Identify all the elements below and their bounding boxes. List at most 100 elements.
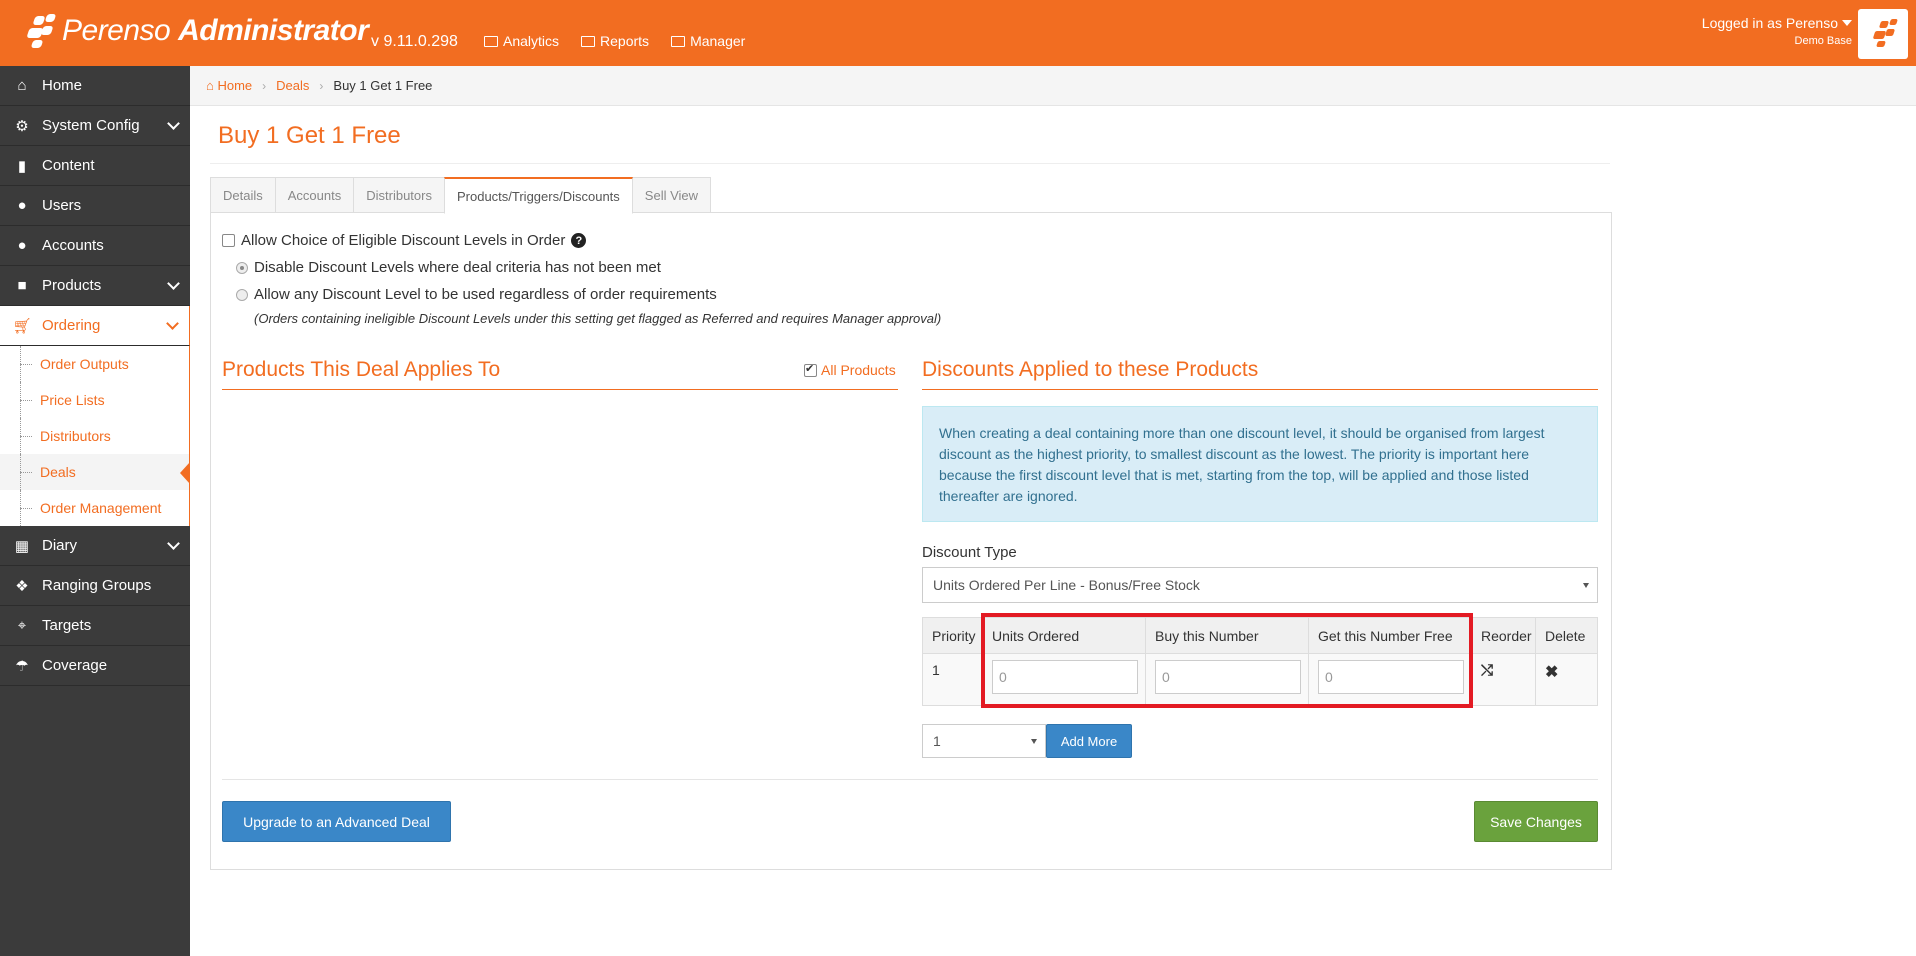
- version-label: v 9.11.0.298: [371, 33, 458, 50]
- nav-manager[interactable]: Manager: [671, 33, 745, 49]
- chevron-down-icon: [167, 537, 180, 550]
- allow-choice-checkbox[interactable]: [222, 234, 235, 247]
- sidebar-item-label: Ranging Groups: [42, 577, 152, 594]
- user-menu[interactable]: Logged in as Perenso Demo Base: [1702, 15, 1852, 47]
- caret-down-icon: [1583, 583, 1589, 588]
- home-icon: ⌂: [206, 78, 218, 93]
- sidebar-item-label: Products: [42, 277, 102, 294]
- table-header-row: Priority Units Ordered Buy this Number G…: [922, 617, 1598, 654]
- breadcrumb: ⌂ Home › Deals › Buy 1 Get 1 Free: [190, 66, 1916, 106]
- gift-icon: ■: [17, 277, 27, 294]
- all-products-label: All Products: [821, 362, 896, 378]
- col-delete: Delete: [1535, 617, 1598, 654]
- reorder-cell: ⤭: [1471, 653, 1536, 706]
- tab-products-triggers-discounts[interactable]: Products/Triggers/Discounts: [443, 177, 633, 214]
- sidebar-subitem-distributors[interactable]: Distributors: [0, 418, 189, 454]
- sidebar-item-label: Diary: [42, 537, 78, 554]
- sidebar-subitem-deals[interactable]: Deals: [0, 454, 190, 490]
- units-ordered-input[interactable]: 0: [992, 660, 1138, 694]
- discounts-section-divider: [922, 389, 1598, 390]
- nav-analytics-label: Analytics: [503, 33, 560, 49]
- nav-analytics[interactable]: Analytics: [484, 33, 559, 49]
- sidebar-item-ranging-groups[interactable]: ❖ Ranging Groups: [0, 566, 190, 606]
- delete-cell: ✖: [1535, 653, 1598, 706]
- sidebar-item-coverage[interactable]: ☂ Coverage: [0, 646, 190, 686]
- discount-type-select[interactable]: Units Ordered Per Line - Bonus/Free Stoc…: [922, 567, 1598, 603]
- subitem-label: Order Management: [40, 500, 162, 516]
- chevron-down-icon: [167, 117, 180, 130]
- col-reorder: Reorder: [1471, 617, 1536, 654]
- gear-icon: ⚙: [15, 117, 29, 135]
- upgrade-advanced-deal-button[interactable]: Upgrade to an Advanced Deal: [222, 801, 451, 842]
- discount-type-value: Units Ordered Per Line - Bonus/Free Stoc…: [933, 577, 1200, 593]
- buy-number-input[interactable]: 0: [1155, 660, 1301, 694]
- discount-levels-table: Priority Units Ordered Buy this Number G…: [922, 617, 1598, 706]
- add-count-select[interactable]: 1: [922, 724, 1046, 758]
- sidebar-item-targets[interactable]: ⌖ Targets: [0, 606, 190, 646]
- cart-icon: 🛒︎: [12, 317, 32, 335]
- radio-disable-levels-label: Disable Discount Levels where deal crite…: [254, 259, 661, 276]
- radio-disable-levels: Disable Discount Levels where deal crite…: [236, 259, 661, 276]
- sidebar-item-content[interactable]: ▮ Content: [0, 146, 190, 186]
- page-title: Buy 1 Get 1 Free: [218, 122, 401, 149]
- allow-choice-option: Allow Choice of Eligible Discount Levels…: [222, 232, 587, 249]
- subitem-label: Deals: [40, 464, 76, 480]
- sidebar-subitem-order-management[interactable]: Order Management: [0, 490, 189, 526]
- sidebar-subitem-order-outputs[interactable]: Order Outputs: [0, 346, 189, 382]
- all-products-checkbox[interactable]: [804, 362, 817, 377]
- subitem-label: Order Outputs: [40, 356, 129, 372]
- add-more-button[interactable]: Add More: [1046, 724, 1132, 758]
- nav-manager-label: Manager: [690, 33, 746, 49]
- save-changes-button[interactable]: Save Changes: [1474, 801, 1598, 842]
- sidebar-item-label: Coverage: [42, 657, 108, 674]
- radio-allow-any-level-input[interactable]: [236, 288, 248, 301]
- sidebar-item-system-config[interactable]: ⚙ System Config: [0, 106, 190, 146]
- user-label: Logged in as Perenso: [1701, 15, 1838, 31]
- sidebar-item-label: Users: [42, 197, 82, 214]
- top-bar: Perenso Administrator v 9.11.0.298 Analy…: [0, 0, 1916, 66]
- sidebar-subitem-price-lists[interactable]: Price Lists: [0, 382, 189, 418]
- allow-choice-label: Allow Choice of Eligible Discount Levels…: [241, 232, 566, 249]
- sidebar-item-label: Content: [42, 157, 95, 174]
- breadcrumb-deals[interactable]: Deals: [276, 78, 309, 93]
- cubes-icon: ❖: [15, 577, 29, 595]
- table-row: 1 0 0 0 ⤭ ✖: [922, 653, 1598, 706]
- sidebar-item-home[interactable]: ⌂ Home: [0, 66, 190, 106]
- tab-sell-view[interactable]: Sell View: [631, 177, 712, 213]
- sidebar-item-products[interactable]: ■ Products: [0, 266, 190, 306]
- free-number-cell: 0: [1308, 653, 1472, 706]
- close-icon[interactable]: ✖: [1545, 664, 1558, 681]
- question-circle-icon[interactable]: ?: [571, 233, 587, 248]
- nav-reports[interactable]: Reports: [581, 33, 649, 49]
- subitem-label: Price Lists: [40, 392, 105, 408]
- active-indicator-icon: [180, 462, 190, 484]
- chevron-down-icon: [166, 317, 179, 330]
- caret-down-icon: [1842, 20, 1852, 26]
- priority-info-box: When creating a deal containing more tha…: [922, 406, 1598, 522]
- tab-details[interactable]: Details: [210, 177, 276, 213]
- sidebar-item-ordering[interactable]: 🛒︎ Ordering: [0, 306, 190, 346]
- sidebar-item-users[interactable]: ● Users: [0, 186, 190, 226]
- col-units-ordered: Units Ordered: [982, 617, 1146, 654]
- perenso-logo[interactable]: Perenso Administrator: [24, 12, 369, 50]
- database-name: Demo Base: [1794, 35, 1852, 47]
- free-number-input[interactable]: 0: [1318, 660, 1464, 694]
- breadcrumb-home[interactable]: ⌂ Home: [206, 78, 252, 93]
- nav-reports-label: Reports: [600, 33, 650, 49]
- sidebar-item-diary[interactable]: ▦ Diary: [0, 526, 190, 566]
- shuffle-icon[interactable]: ⤭: [1481, 662, 1493, 679]
- radio-disable-levels-input[interactable]: [236, 261, 248, 274]
- avatar[interactable]: [1858, 9, 1908, 59]
- sidebar-item-accounts[interactable]: ● Accounts: [0, 226, 190, 266]
- discounts-section-title: Discounts Applied to these Products: [922, 358, 1259, 381]
- footer-divider: [222, 779, 1598, 780]
- products-section-divider: [222, 389, 898, 390]
- sidebar-item-label: Ordering: [42, 317, 101, 334]
- tab-distributors[interactable]: Distributors: [353, 177, 445, 213]
- bar-chart-icon: [484, 35, 498, 47]
- tab-accounts[interactable]: Accounts: [274, 177, 355, 213]
- caret-down-icon: [1031, 739, 1037, 744]
- tab-bar: Details Accounts Distributors Products/T…: [210, 177, 712, 214]
- ordering-subnav: Order Outputs Price Lists Distributors D…: [0, 346, 190, 526]
- user-icon: ●: [17, 197, 27, 214]
